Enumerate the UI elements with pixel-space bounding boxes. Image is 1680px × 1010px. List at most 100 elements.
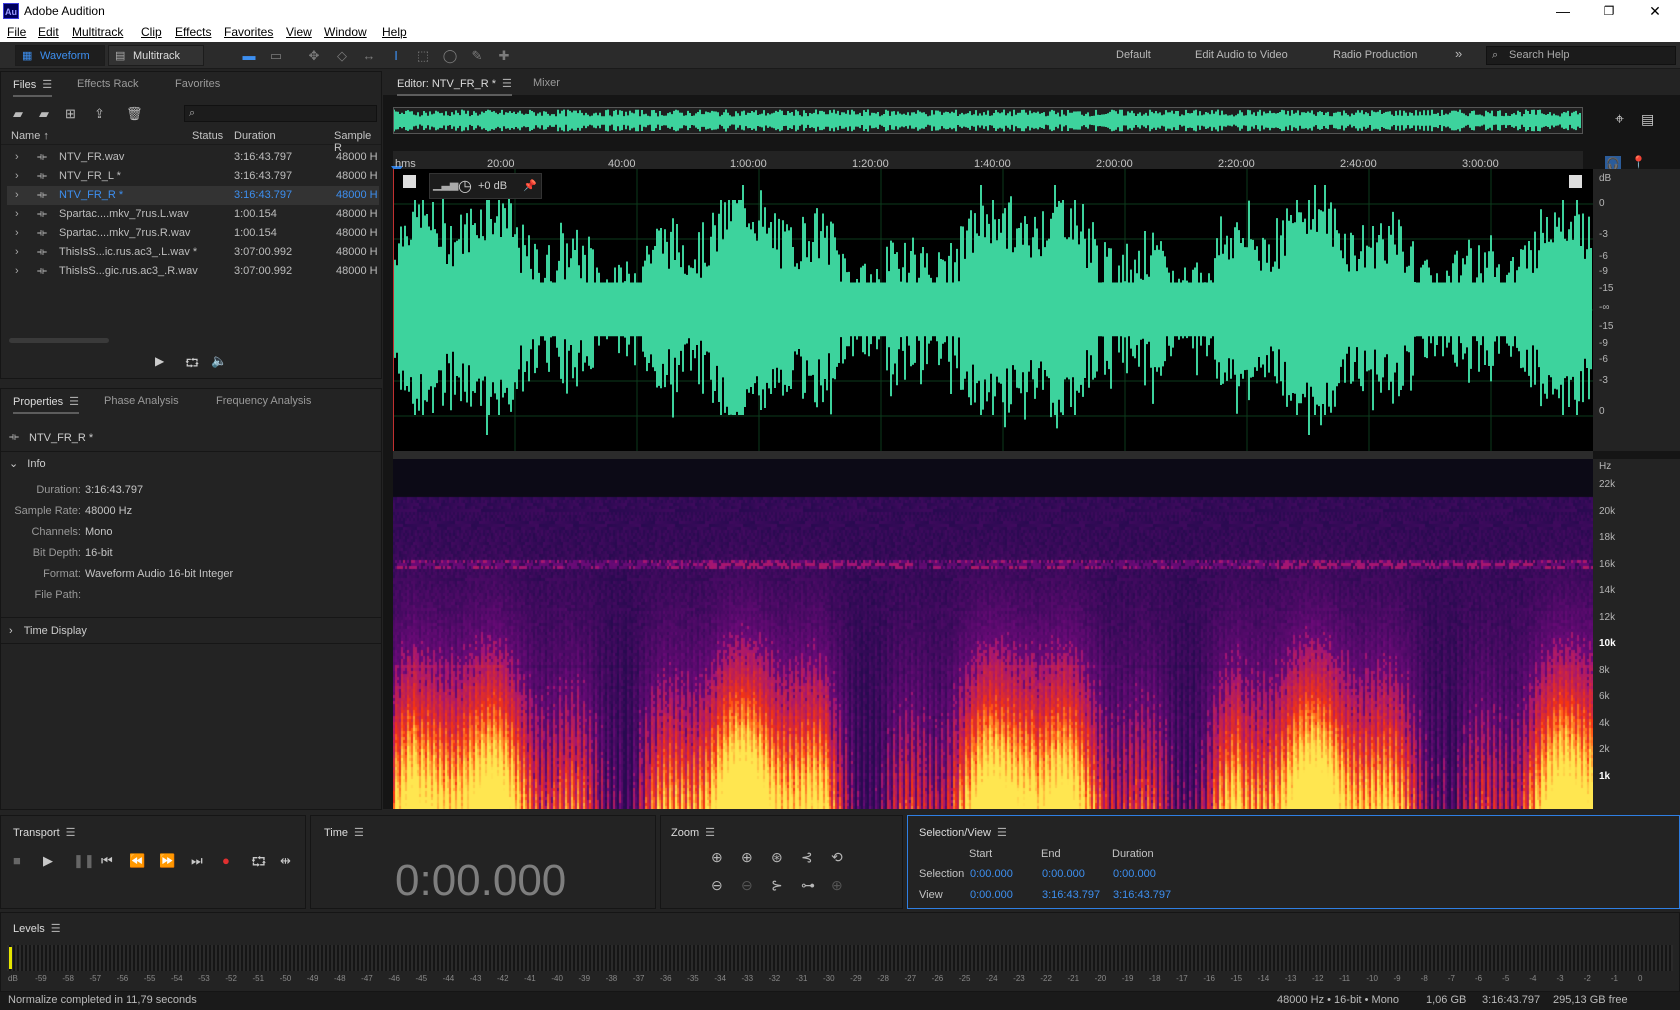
zoom-in-point-icon[interactable]: ⊰ xyxy=(801,849,813,866)
column-name[interactable]: Name ↑ xyxy=(11,130,49,142)
menu-view[interactable]: View xyxy=(286,25,312,39)
zoom-out-time-icon[interactable]: ⊖ xyxy=(741,877,753,894)
waveform-area[interactable]: ▁▃▅ ◷ +0 dB 📌 xyxy=(392,169,1593,451)
selection-duration[interactable]: 0:00.000 xyxy=(1113,868,1156,880)
menu-help[interactable]: Help xyxy=(382,25,407,39)
panel-menu-icon[interactable]: ☰ xyxy=(66,826,76,839)
chevron-right-icon[interactable]: › xyxy=(15,189,19,201)
skip-selection-icon[interactable]: ⇹ xyxy=(280,853,291,869)
panel-menu-icon[interactable]: ☰ xyxy=(705,826,715,839)
zoom-in-amplitude-icon[interactable]: ⊕ xyxy=(711,849,723,866)
stop-icon[interactable]: ■ xyxy=(13,853,21,868)
rewind-icon[interactable]: ⏪ xyxy=(129,853,145,869)
fade-in-handle[interactable] xyxy=(403,175,416,188)
zoom-out-point-icon[interactable]: ⊱ xyxy=(771,877,783,894)
spectrogram-area[interactable] xyxy=(393,459,1593,809)
chevron-right-icon[interactable]: › xyxy=(15,227,19,239)
waveform-view-button[interactable]: ▦ Waveform xyxy=(15,45,105,66)
delete-file-icon[interactable]: 🗑 xyxy=(126,106,143,122)
zoom-navigator-icon[interactable]: ⌖ xyxy=(1615,111,1624,129)
search-help-input[interactable]: ⌕ Search Help xyxy=(1486,46,1676,65)
more-workspaces-icon[interactable]: » xyxy=(1455,46,1462,61)
skip-to-start-icon[interactable]: ⏮ xyxy=(101,853,113,869)
panel-menu-icon[interactable]: ☰ xyxy=(354,826,364,839)
zoom-out-amplitude-icon[interactable]: ⊖ xyxy=(711,877,723,894)
waveform-display-icon[interactable]: ▬ xyxy=(240,47,258,64)
zoom-full-icon[interactable]: ⊶ xyxy=(801,877,815,894)
spot-healing-tool-icon[interactable]: ✚ xyxy=(495,47,513,64)
time-display-section-toggle[interactable]: › Time Display xyxy=(9,625,87,637)
loop-preview-icon[interactable]: ⮔ xyxy=(185,354,199,375)
file-row[interactable]: › ⟛ NTV_FR.wav 3:16:43.797 48000 H xyxy=(7,148,379,167)
multitrack-view-button[interactable]: ▤ Multitrack xyxy=(108,45,204,66)
file-row[interactable]: › ⟛ Spartac....mkv_7rus.L.wav 1:00.154 48000… xyxy=(7,205,379,224)
loop-playback-icon[interactable]: ⮔ xyxy=(251,853,266,875)
record-icon[interactable]: ● xyxy=(222,853,230,868)
menu-edit[interactable]: Edit xyxy=(38,25,59,39)
close-button[interactable]: ✕ xyxy=(1632,0,1678,22)
file-row[interactable]: › ⟛ NTV_FR_L * 3:16:43.797 48000 H xyxy=(7,167,379,186)
zoom-selection-icon[interactable]: ⊛ xyxy=(771,849,783,866)
menu-window[interactable]: Window xyxy=(324,25,367,39)
tab-phase-analysis[interactable]: Phase Analysis xyxy=(104,395,179,407)
overview-navigator[interactable] xyxy=(393,107,1583,134)
hz-scale[interactable]: Hz 22k 20k 18k 16k 14k 12k 10k 8k 6k 4k 2k 1k xyxy=(1593,459,1680,809)
minimize-button[interactable]: — xyxy=(1540,0,1586,22)
db-scale[interactable]: dB 0 -3 -6 -9 -15 -∞ -15 -9 -6 -3 0 xyxy=(1593,169,1680,451)
panel-menu-icon[interactable]: ☰ xyxy=(42,78,52,91)
horizontal-scrollbar[interactable] xyxy=(9,338,109,343)
pin-hud-icon[interactable]: 📌 xyxy=(523,179,537,192)
menu-effects[interactable]: Effects xyxy=(175,25,211,39)
skip-to-end-icon[interactable]: ⏭ xyxy=(191,853,203,869)
file-row[interactable]: › ⟛ ThisIsS...ic.rus.ac3_.L.wav * 3:07:00.9… xyxy=(7,243,379,262)
fast-forward-icon[interactable]: ⏩ xyxy=(159,853,175,869)
files-search-input[interactable]: ⌕ xyxy=(184,105,377,122)
file-row[interactable]: › ⟛ ThisIsS...gic.rus.ac3_.R.wav 3:07:00.99… xyxy=(7,262,379,281)
selection-end[interactable]: 0:00.000 xyxy=(1042,868,1085,880)
tab-files[interactable]: Files ☰ xyxy=(13,78,53,97)
new-file-icon[interactable]: ⊞ xyxy=(65,106,76,122)
pin-icon[interactable]: 📍 xyxy=(1631,155,1646,169)
maximize-button[interactable]: ❐ xyxy=(1586,0,1632,22)
view-duration[interactable]: 3:16:43.797 xyxy=(1113,889,1171,901)
chevron-right-icon[interactable]: › xyxy=(15,265,19,277)
tab-properties[interactable]: Properties ☰ xyxy=(13,395,80,414)
spectral-display-icon[interactable]: ▭ xyxy=(267,47,285,64)
move-tool-icon[interactable]: ✥ xyxy=(305,47,323,64)
column-duration[interactable]: Duration xyxy=(234,130,276,142)
info-section-toggle[interactable]: ⌄ Info xyxy=(9,457,46,470)
tab-effects-rack[interactable]: Effects Rack xyxy=(77,78,139,90)
panel-menu-icon[interactable]: ☰ xyxy=(502,77,512,90)
zoom-in-time-icon[interactable]: ⊕ xyxy=(741,849,753,866)
menu-multitrack[interactable]: Multitrack xyxy=(72,25,123,39)
view-end[interactable]: 3:16:43.797 xyxy=(1042,889,1100,901)
panel-menu-icon[interactable]: ☰ xyxy=(51,922,61,935)
time-display[interactable]: 0:00.000 xyxy=(395,856,566,906)
razor-tool-icon[interactable]: ◇ xyxy=(333,47,351,64)
tab-favorites[interactable]: Favorites xyxy=(175,78,220,90)
column-status[interactable]: Status xyxy=(192,130,223,142)
chevron-right-icon[interactable]: › xyxy=(15,246,19,258)
editor-settings-icon[interactable]: ▤ xyxy=(1641,111,1654,128)
workspace-default[interactable]: Default xyxy=(1116,49,1151,61)
import-file-icon[interactable]: ▰ xyxy=(39,106,49,122)
gain-knob-icon[interactable]: ◷ xyxy=(458,176,472,196)
zoom-to-selection-icon[interactable]: ⊕ xyxy=(831,877,843,894)
auto-play-icon[interactable]: 🔈 xyxy=(211,353,227,369)
chevron-right-icon[interactable]: › xyxy=(15,208,19,220)
panel-menu-icon[interactable]: ☰ xyxy=(997,826,1007,839)
zoom-reset-icon[interactable]: ⟲ xyxy=(831,849,843,866)
chevron-right-icon[interactable]: › xyxy=(15,170,19,182)
selection-start[interactable]: 0:00.000 xyxy=(970,868,1013,880)
fade-out-handle[interactable] xyxy=(1569,175,1582,188)
open-file-icon[interactable]: ▰ xyxy=(13,106,23,122)
tab-mixer[interactable]: Mixer xyxy=(533,77,560,89)
tab-frequency-analysis[interactable]: Frequency Analysis xyxy=(216,395,311,407)
workspace-radio-production[interactable]: Radio Production xyxy=(1333,49,1417,61)
panel-menu-icon[interactable]: ☰ xyxy=(69,395,79,408)
gain-value[interactable]: +0 dB xyxy=(478,180,507,192)
file-row[interactable]: › ⟛ Spartac....mkv_7rus.R.wav 1:00.154 48000… xyxy=(7,224,379,243)
time-selection-tool-icon[interactable]: I xyxy=(387,47,405,64)
insert-file-icon[interactable]: ⇪ xyxy=(94,106,105,122)
splitter-handle[interactable] xyxy=(393,451,1593,459)
